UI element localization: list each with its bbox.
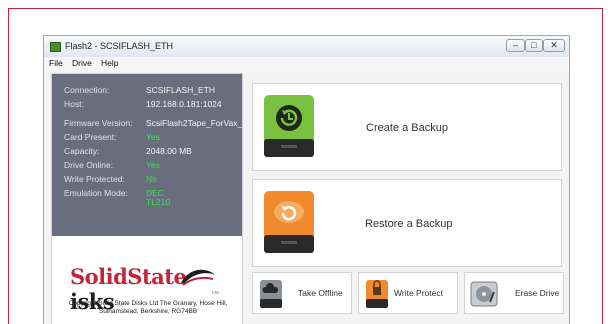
menu-drive[interactable]: Drive xyxy=(72,58,92,68)
card-present-value: Yes xyxy=(146,132,160,142)
lock-drive-icon xyxy=(366,280,388,308)
drive-online-value: Yes xyxy=(146,160,160,170)
logo-swoosh-icon xyxy=(181,269,215,286)
create-backup-button[interactable]: Create a Backup xyxy=(252,83,562,171)
info-box: Connection: SCSIFLASH_ETH Host: 192.168.… xyxy=(52,74,242,236)
connection-label: Connection: xyxy=(64,85,110,95)
menu-bar: File Drive Help xyxy=(44,57,569,71)
drive-backup-icon xyxy=(264,95,314,157)
status-panel: Connection: SCSIFLASH_ETH Host: 192.168.… xyxy=(51,73,243,324)
firmware-value: ScsiFlash2Tape_ForVax_ xyxy=(146,118,243,128)
emulation-mode-label: Emulation Mode: xyxy=(64,188,128,198)
connection-value: SCSIFLASH_ETH xyxy=(146,85,215,95)
logo-ltd: LTD xyxy=(212,290,220,295)
copyright-text: Copyright Solid State Disks Ltd The Gran… xyxy=(68,300,228,315)
host-value: 192.168.0.181:1024 xyxy=(146,99,222,109)
host-label: Host: xyxy=(64,99,84,109)
take-offline-label: Take Offline xyxy=(298,288,343,298)
write-protected-label: Write Protected: xyxy=(64,174,125,184)
erase-drive-label: Erase Drive xyxy=(515,288,560,298)
logo-text-red: SolidState xyxy=(70,264,187,289)
close-icon[interactable]: ✕ xyxy=(543,39,565,52)
capacity-value: 2048.00 MB xyxy=(146,146,192,156)
write-protected-value: No xyxy=(146,174,157,184)
create-backup-label: Create a Backup xyxy=(366,122,448,134)
app-window: Flash2 - SCSIFLASH_ETH – □ ✕ File Drive … xyxy=(43,35,570,324)
menu-file[interactable]: File xyxy=(49,58,63,68)
minimize-icon[interactable]: – xyxy=(506,39,525,52)
take-offline-button[interactable]: Take Offline xyxy=(252,272,352,314)
restore-backup-label: Restore a Backup xyxy=(365,218,453,230)
cloud-drive-icon xyxy=(260,280,282,308)
hard-disk-icon xyxy=(470,281,498,307)
card-present-label: Card Present: xyxy=(64,132,117,142)
write-protect-button[interactable]: Write Protect xyxy=(358,272,458,314)
capacity-label: Capacity: xyxy=(64,146,100,156)
menu-help[interactable]: Help xyxy=(101,58,118,68)
write-protect-label: Write Protect xyxy=(394,288,443,298)
maximize-icon[interactable]: □ xyxy=(525,39,543,52)
emulation-mode-value2: TL210 xyxy=(146,197,171,207)
firmware-label: Firmware Version: xyxy=(64,118,133,128)
app-icon xyxy=(50,42,61,52)
restore-backup-button[interactable]: Restore a Backup xyxy=(252,179,562,267)
drive-online-label: Drive Online: xyxy=(64,160,114,170)
window-title: Flash2 - SCSIFLASH_ETH xyxy=(65,41,174,51)
erase-drive-button[interactable]: Erase Drive xyxy=(464,272,564,314)
title-bar: Flash2 - SCSIFLASH_ETH – □ ✕ xyxy=(44,36,569,57)
drive-restore-icon xyxy=(264,191,314,253)
